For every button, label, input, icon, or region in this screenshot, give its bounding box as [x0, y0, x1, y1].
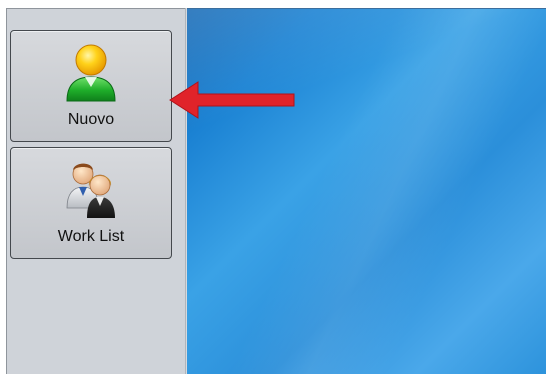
sidebar-item-label: Work List — [57, 228, 125, 245]
user-icon — [66, 44, 116, 102]
sidebar-item-work-list[interactable]: Work List — [10, 147, 172, 259]
desktop-background — [187, 8, 546, 374]
arrow-left-icon — [169, 81, 295, 119]
app-window: Nuovo Work List — [6, 8, 546, 374]
sidebar: Nuovo Work List — [6, 8, 186, 374]
users-icon — [66, 163, 115, 218]
sidebar-item-nuovo[interactable]: Nuovo — [10, 30, 172, 142]
sidebar-item-label: Nuovo — [67, 111, 115, 128]
